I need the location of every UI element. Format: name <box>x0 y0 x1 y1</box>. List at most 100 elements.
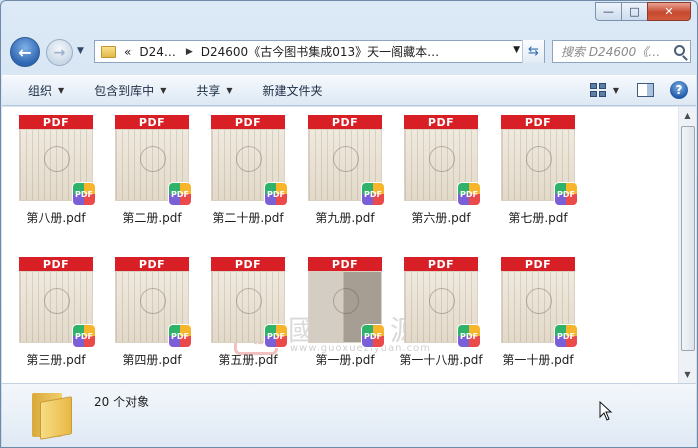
pdf-app-icon: PDF <box>458 183 480 205</box>
pdf-banner: PDF <box>211 115 285 129</box>
file-item[interactable]: PDF PDF 第九册.pdf <box>299 115 391 226</box>
preview-pane-icon[interactable] <box>637 83 654 97</box>
pdf-thumbnail: PDF PDF <box>115 257 191 347</box>
scroll-down-icon[interactable]: ▼ <box>679 366 696 383</box>
pdf-app-icon: PDF <box>265 325 287 347</box>
file-item[interactable]: PDF PDF 第六册.pdf <box>395 115 487 226</box>
file-name: 第五册.pdf <box>218 353 278 367</box>
pdf-banner: PDF <box>308 115 382 129</box>
recent-pages-dropdown[interactable]: ▼ <box>77 46 84 56</box>
pdf-app-icon: PDF <box>458 325 480 347</box>
vertical-scrollbar[interactable]: ▲ ▼ <box>678 107 696 383</box>
pdf-thumbnail: PDF PDF <box>308 257 384 347</box>
pdf-app-icon: PDF <box>362 183 384 205</box>
search-input[interactable]: 搜索 D24600《… <box>552 40 691 63</box>
breadcrumb-parent[interactable]: D24… <box>139 45 176 59</box>
pdf-thumbnail: PDF PDF <box>308 115 384 205</box>
toolbar-right: ▼ ? <box>589 81 688 99</box>
caption-buttons: — □ ✕ <box>595 2 691 21</box>
new-folder-button[interactable]: 新建文件夹 <box>263 82 323 99</box>
view-options-dropdown-icon[interactable]: ▼ <box>613 86 619 95</box>
share-menu[interactable]: 共享 ▼ <box>196 82 232 99</box>
back-button[interactable]: ← <box>10 37 40 67</box>
pdf-thumbnail: PDF PDF <box>211 115 287 205</box>
scrollbar-thumb[interactable] <box>681 126 695 351</box>
pdf-banner: PDF <box>308 257 382 271</box>
pdf-thumbnail: PDF PDF <box>404 115 480 205</box>
pdf-thumbnail: PDF PDF <box>501 257 577 347</box>
pdf-thumbnail: PDF PDF <box>19 257 95 347</box>
explorer-window: — □ ✕ ← → ▼ « D24… ▶ D24600《古今图书集成013》天一… <box>0 0 698 448</box>
pdf-app-icon: PDF <box>73 183 95 205</box>
pdf-banner: PDF <box>404 115 478 129</box>
pdf-banner: PDF <box>19 257 93 271</box>
change-view-icon[interactable] <box>589 83 606 97</box>
arrow-left-icon: ← <box>18 42 32 62</box>
file-name: 第二十册.pdf <box>212 211 284 225</box>
file-item[interactable]: PDF PDF 第三册.pdf <box>10 257 102 368</box>
file-item[interactable]: PDF PDF 第七册.pdf <box>492 115 584 226</box>
pdf-app-icon: PDF <box>555 183 577 205</box>
refresh-icon: ⇆ <box>528 44 539 59</box>
file-name: 第一十八册.pdf <box>399 353 483 367</box>
include-library-label: 包含到库中 <box>94 84 155 98</box>
scroll-up-icon[interactable]: ▲ <box>679 107 696 124</box>
file-name: 第六册.pdf <box>411 211 471 225</box>
file-item[interactable]: PDF PDF 第一册.pdf <box>299 257 391 368</box>
dropdown-arrow-icon: ▼ <box>58 86 65 95</box>
file-name: 第一十册.pdf <box>502 353 574 367</box>
pdf-app-icon: PDF <box>265 183 287 205</box>
pdf-app-icon: PDF <box>169 183 191 205</box>
pdf-thumbnail: PDF PDF <box>115 115 191 205</box>
pdf-thumbnail: PDF PDF <box>501 115 577 205</box>
pdf-banner: PDF <box>115 257 189 271</box>
pdf-banner: PDF <box>115 115 189 129</box>
file-name: 第七册.pdf <box>508 211 568 225</box>
folder-icon <box>101 45 116 58</box>
maximize-button[interactable]: □ <box>621 2 648 21</box>
pdf-app-icon: PDF <box>555 325 577 347</box>
dropdown-arrow-icon: ▼ <box>160 86 167 95</box>
command-bar: 组织 ▼ 包含到库中 ▼ 共享 ▼ 新建文件夹 ▼ ? <box>2 75 696 106</box>
file-item[interactable]: PDF PDF 第四册.pdf <box>106 257 198 368</box>
file-list-view[interactable]: 臨 國學資源網 www.guoxueziyuan.com PDFPDF第八册.p… <box>2 107 678 383</box>
include-in-library-menu[interactable]: 包含到库中 ▼ <box>94 82 166 99</box>
details-pane: 20 个对象 <box>2 383 696 447</box>
close-button[interactable]: ✕ <box>647 2 691 21</box>
new-folder-label: 新建文件夹 <box>262 84 323 98</box>
address-bar[interactable]: « D24… ▶ D24600《古今图书集成013》天一阁藏本… ▼ ⇆ <box>94 40 545 63</box>
pdf-app-icon: PDF <box>73 325 95 347</box>
address-dropdown-icon[interactable]: ▼ <box>513 45 520 55</box>
file-item[interactable]: PDF PDF 第八册.pdf <box>10 115 102 226</box>
pdf-thumbnail: PDF PDF <box>404 257 480 347</box>
file-item[interactable]: PDF PDF 第一十八册.pdf <box>395 257 487 368</box>
organize-label: 组织 <box>28 84 53 98</box>
refresh-button[interactable]: ⇆ <box>522 40 544 63</box>
pdf-banner: PDF <box>211 257 285 271</box>
pdf-banner: PDF <box>404 257 478 271</box>
dropdown-arrow-icon: ▼ <box>226 86 233 95</box>
pdf-banner: PDF <box>501 257 575 271</box>
pdf-banner: PDF <box>501 115 575 129</box>
pdf-thumbnail: PDF PDF <box>211 257 287 347</box>
pdf-thumbnail: PDF PDF <box>19 115 95 205</box>
pdf-app-icon: PDF <box>169 325 191 347</box>
folder-icon <box>32 389 74 440</box>
search-placeholder: 搜索 D24600《… <box>561 45 661 59</box>
pdf-banner: PDF <box>19 115 93 129</box>
organize-menu[interactable]: 组织 ▼ <box>28 82 64 99</box>
pdf-app-icon: PDF <box>362 325 384 347</box>
search-icon[interactable] <box>674 45 685 56</box>
file-item[interactable]: PDF PDF 第二十册.pdf <box>202 115 294 226</box>
item-count: 20 个对象 <box>94 395 150 409</box>
forward-button[interactable]: → <box>46 39 73 66</box>
help-icon[interactable]: ? <box>670 81 688 99</box>
file-item[interactable]: PDF PDF 第一十册.pdf <box>492 257 584 368</box>
breadcrumb-current[interactable]: D24600《古今图书集成013》天一阁藏本… <box>201 43 439 60</box>
breadcrumb-separator-icon[interactable]: ▶ <box>186 47 193 57</box>
file-item[interactable]: PDF PDF 第五册.pdf <box>202 257 294 368</box>
file-item[interactable]: PDF PDF 第二册.pdf <box>106 115 198 226</box>
share-label: 共享 <box>196 84 221 98</box>
breadcrumb-overflow[interactable]: « <box>124 45 131 59</box>
minimize-button[interactable]: — <box>595 2 622 21</box>
